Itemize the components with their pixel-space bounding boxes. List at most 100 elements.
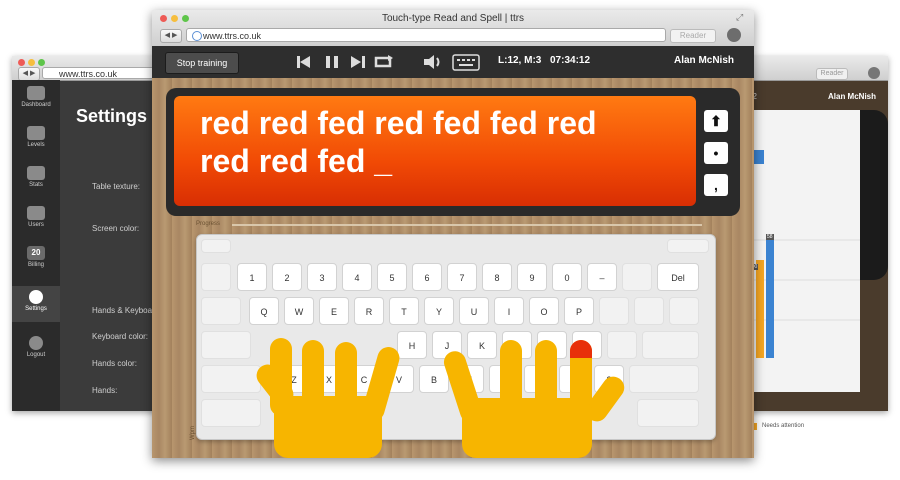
progress-bar (232, 224, 702, 226)
sidebar-item-logout[interactable]: Logout (12, 336, 60, 358)
key-ghost (642, 331, 699, 359)
key-ghost (201, 239, 231, 253)
left-url-bar[interactable]: www.ttrs.co.uk (42, 67, 158, 79)
sidebar-item-levels[interactable]: Levels (12, 126, 60, 148)
key-5[interactable]: 5 (377, 263, 407, 291)
globe-icon (192, 31, 202, 41)
key-4[interactable]: 4 (342, 263, 372, 291)
key-o[interactable]: O (529, 297, 559, 325)
pause-icon[interactable] (324, 54, 340, 70)
chart-icon (27, 166, 45, 180)
key-ghost (201, 399, 261, 427)
key-r[interactable]: R (354, 297, 384, 325)
sidebar-item-settings[interactable]: Settings (12, 286, 60, 322)
setting-label: Keyboard color: (92, 332, 149, 341)
close-dot[interactable] (18, 59, 25, 66)
back-forward-button[interactable]: ◀ ▶ (160, 29, 182, 43)
minimize-dot[interactable] (28, 59, 35, 66)
key-h[interactable]: H (397, 331, 427, 359)
text-display: red red fed red fed fed red red red fed … (166, 88, 740, 216)
left-palm (274, 396, 382, 458)
key-dash[interactable]: – (587, 263, 617, 291)
settings-title: Settings (76, 106, 148, 126)
user-name: Alan McNish (674, 55, 735, 66)
key-q[interactable]: Q (249, 297, 279, 325)
key-b[interactable]: B (419, 365, 449, 393)
bar-module-26 (766, 240, 774, 358)
back-forward-button[interactable]: ◀ ▶ (18, 67, 40, 81)
billing-badge: 20 (31, 248, 41, 257)
typed-line-2: red red fed _ (200, 143, 393, 179)
key-0[interactable]: 0 (552, 263, 582, 291)
key-ghost (622, 263, 652, 291)
key-u[interactable]: U (459, 297, 489, 325)
rewind-icon[interactable] (296, 54, 314, 70)
stats-window: Reader 12 Alan McNish 100 58 Needs atten… (740, 56, 888, 430)
url-bar[interactable]: www.ttrs.co.uk (186, 28, 666, 42)
sidebar-item-label: Dashboard (21, 102, 51, 108)
key-9[interactable]: 9 (517, 263, 547, 291)
text-screen: red red fed red fed fed red red red fed … (174, 96, 696, 206)
key-y[interactable]: Y (424, 297, 454, 325)
level-indicator: L:12, M:3 (498, 55, 542, 66)
power-icon (29, 336, 43, 350)
speaker-icon[interactable] (422, 53, 442, 71)
setting-label: Screen color: (92, 224, 140, 233)
key-7[interactable]: 7 (447, 263, 477, 291)
setting-label: Table texture: (92, 182, 141, 191)
typed-line-1: red red fed red fed fed red (200, 105, 597, 141)
key-ghost (629, 365, 699, 393)
key-2[interactable]: 2 (272, 263, 302, 291)
key-8[interactable]: 8 (482, 263, 512, 291)
period-key[interactable]: • (704, 142, 728, 164)
sidebar-item-stats[interactable]: Stats (12, 166, 60, 188)
repeat-icon[interactable] (374, 54, 394, 70)
fullscreen-icon[interactable]: ⤢ (736, 12, 743, 23)
key-i[interactable]: I (494, 297, 524, 325)
key-ghost (201, 297, 241, 325)
setting-label: Hands color: (92, 359, 137, 368)
comma-key[interactable]: , (704, 174, 728, 196)
sidebar-item-label: Stats (29, 182, 43, 188)
key-ghost (637, 399, 699, 427)
settings-icon[interactable] (727, 28, 741, 42)
main-window: Touch-type Read and Spell | ttrs ⤢ ◀ ▶ w… (152, 10, 754, 458)
key-k[interactable]: K (467, 331, 497, 359)
key-t[interactable]: T (389, 297, 419, 325)
stop-training-button[interactable]: Stop training (165, 52, 239, 74)
reader-button[interactable]: Reader (670, 29, 716, 43)
settings-icon[interactable] (868, 67, 880, 79)
shift-key[interactable]: ⬆ (704, 110, 728, 132)
key-ghost (201, 263, 231, 291)
key-w[interactable]: W (284, 297, 314, 325)
gear-icon (29, 290, 43, 304)
billing-icon: 20 (27, 246, 45, 260)
session-timer: 07:34:12 (550, 55, 591, 66)
settings-window: ◀ ▶ www.ttrs.co.uk Dashboard Levels Stat… (12, 56, 162, 411)
training-toolbar: Stop training L:12, M:3 07:34:12 Alan Mc… (152, 46, 754, 78)
key-ghost (667, 239, 709, 253)
key-delete[interactable]: Del (657, 263, 699, 291)
key-ghost (669, 297, 699, 325)
window-title: Touch-type Read and Spell | ttrs (381, 13, 525, 24)
key-6[interactable]: 6 (412, 263, 442, 291)
key-3[interactable]: 3 (307, 263, 337, 291)
highlight-finger-tip (570, 340, 592, 358)
keyboard-icon[interactable] (452, 54, 480, 72)
main-window-chrome: Touch-type Read and Spell | ttrs ⤢ ◀ ▶ w… (152, 10, 754, 47)
setting-label: Hands & Keyboard (92, 306, 160, 315)
key-ghost (201, 365, 261, 393)
key-p[interactable]: P (564, 297, 594, 325)
sidebar-item-label: Billing (27, 262, 44, 268)
reader-button[interactable]: Reader (816, 68, 848, 80)
sidebar-item-label: Settings (25, 306, 47, 312)
sidebar-item-billing[interactable]: 20 Billing (12, 246, 60, 268)
forward-icon[interactable] (348, 54, 366, 70)
user-name: Alan McNish (828, 92, 877, 101)
key-e[interactable]: E (319, 297, 349, 325)
key-1[interactable]: 1 (237, 263, 267, 291)
sidebar-item-dashboard[interactable]: Dashboard (12, 86, 60, 108)
zoom-dot[interactable] (38, 59, 45, 66)
stats-panel: 100 58 Needs attention (740, 110, 860, 430)
sidebar-item-users[interactable]: Users (12, 206, 60, 228)
